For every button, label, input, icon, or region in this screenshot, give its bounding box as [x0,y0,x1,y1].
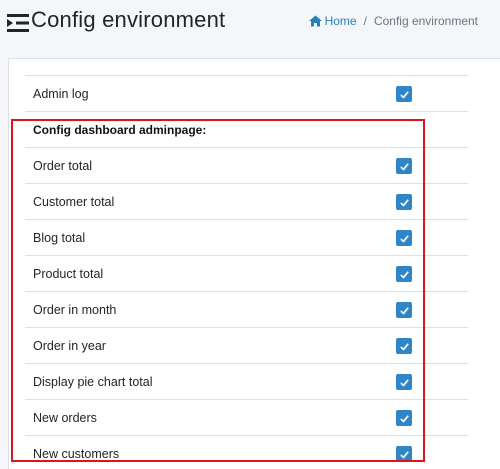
checkmark-icon [399,162,409,171]
setting-row: New orders [25,399,468,435]
breadcrumb-home-label: Home [324,14,357,28]
checkmark-icon [399,90,409,99]
setting-row: Product total [25,255,468,291]
order-total-checkbox[interactable] [396,158,412,174]
breadcrumb-separator: / [363,14,367,28]
order-in-month-checkbox[interactable] [396,302,412,318]
checkmark-icon [399,198,409,207]
breadcrumb-home-link[interactable]: Home [308,14,357,28]
new-customers-checkbox[interactable] [396,446,412,462]
setting-label: New orders [33,410,97,425]
checkmark-icon [399,450,409,459]
setting-row: Order in year [25,327,468,363]
setting-row: Blog total [25,219,468,255]
page-title: Config environment [31,7,226,32]
new-orders-checkbox[interactable] [396,410,412,426]
checkmark-icon [399,414,409,423]
menu-collapse-icon[interactable] [7,13,29,33]
setting-row: Customer total [25,183,468,219]
checkmark-icon [399,342,409,351]
page-header: Config environment Home / Config environ… [0,0,500,46]
home-icon [308,15,322,27]
setting-label: Display pie chart total [33,374,153,389]
breadcrumb: Home / Config environment [308,14,478,28]
setting-label: New customers [33,446,120,461]
setting-label: Order in year [33,338,106,353]
section-header-row: Config dashboard adminpage: [25,111,468,147]
setting-row: Display pie chart total [25,363,468,399]
checkmark-icon [399,234,409,243]
setting-label: Product total [33,266,104,281]
setting-row: New customers [25,435,468,469]
blog-total-checkbox[interactable] [396,230,412,246]
setting-row: Order total [25,147,468,183]
display-pie-chart-total-checkbox[interactable] [396,374,412,390]
setting-label: Admin log [33,86,89,101]
checkmark-icon [399,306,409,315]
checkmark-icon [399,378,409,387]
section-title: Config dashboard adminpage: [33,122,207,137]
setting-row-admin-log: Admin log [25,75,468,111]
setting-label: Customer total [33,194,115,209]
setting-row: Order in month [25,291,468,327]
breadcrumb-current: Config environment [373,14,478,28]
setting-label: Order total [33,158,93,173]
customer-total-checkbox[interactable] [396,194,412,210]
order-in-year-checkbox[interactable] [396,338,412,354]
setting-label: Order in month [33,302,117,317]
product-total-checkbox[interactable] [396,266,412,282]
admin-log-checkbox[interactable] [396,86,412,102]
checkmark-icon [399,270,409,279]
settings-card: Admin log Config dashboard adminpage: Or… [8,58,500,469]
setting-label: Blog total [33,230,86,245]
